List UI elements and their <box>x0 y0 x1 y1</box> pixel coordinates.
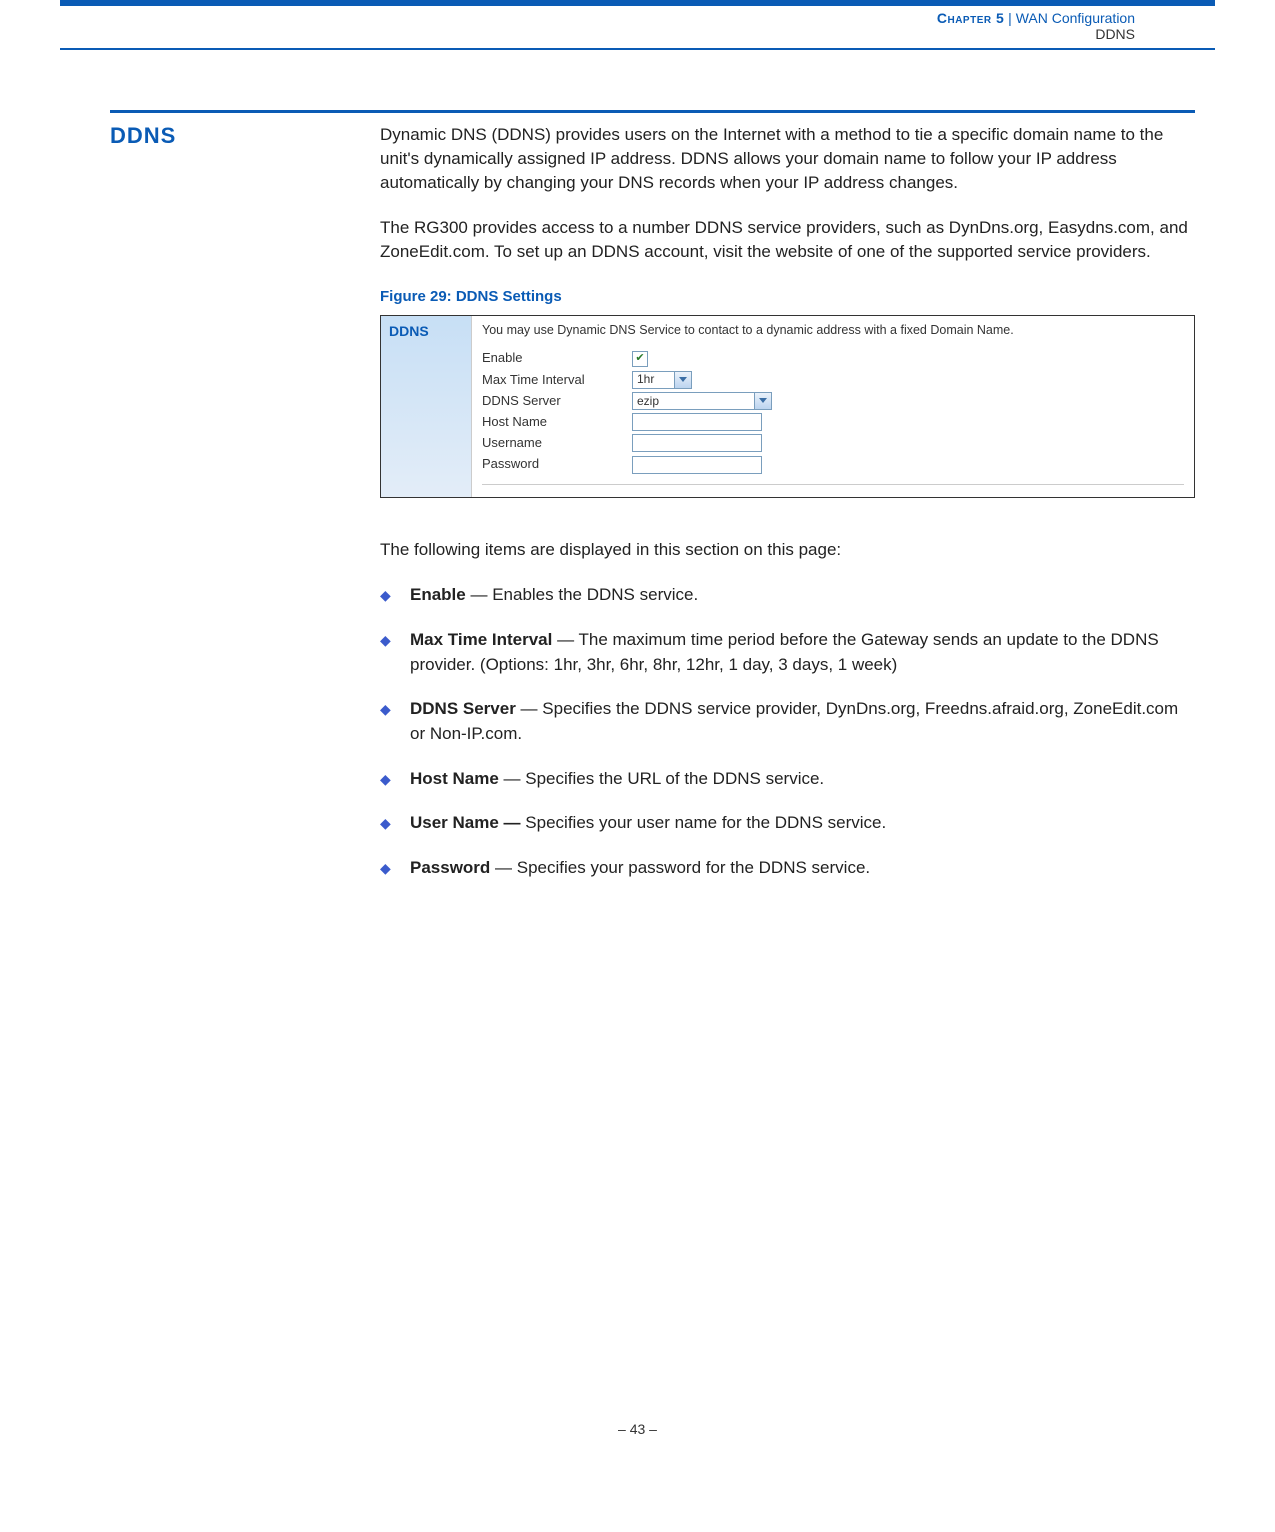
maxtime-label: Max Time Interval <box>482 371 632 389</box>
list-item: Password — Specifies your password for t… <box>380 856 1195 881</box>
hostname-input[interactable] <box>632 413 762 431</box>
chapter-number: Chapter 5 <box>937 10 1004 26</box>
item-dash: — <box>499 769 525 788</box>
item-label: DDNS Server <box>410 699 516 718</box>
figure-row-ddnsserver: DDNS Server ezip <box>482 392 1184 410</box>
item-desc: Specifies your password for the DDNS ser… <box>517 858 870 877</box>
figure-row-username: Username <box>482 434 1184 452</box>
figure-content: You may use Dynamic DNS Service to conta… <box>471 316 1194 497</box>
item-desc: Specifies your user name for the DDNS se… <box>525 813 886 832</box>
ddnsserver-label: DDNS Server <box>482 392 632 410</box>
item-dash: — <box>466 585 492 604</box>
chapter-title: WAN Configuration <box>1016 10 1135 26</box>
ddnsserver-value: ezip <box>637 393 659 410</box>
figure-sidebar: DDNS <box>381 316 471 497</box>
figure-row-password: Password <box>482 455 1184 473</box>
item-label: Enable <box>410 585 466 604</box>
hostname-label: Host Name <box>482 413 632 431</box>
item-label: User Name — <box>410 813 521 832</box>
ddnsserver-select[interactable]: ezip <box>632 392 772 410</box>
item-dash: — <box>516 699 542 718</box>
section-title: DDNS <box>110 123 380 149</box>
enable-checkbox[interactable]: ✔ <box>632 351 648 367</box>
page-header: Chapter 5 | WAN Configuration DDNS <box>60 6 1215 50</box>
paragraph: Dynamic DNS (DDNS) provides users on the… <box>380 123 1195 194</box>
username-label: Username <box>482 434 632 452</box>
figure-divider <box>482 484 1184 485</box>
list-item: DDNS Server — Specifies the DDNS service… <box>380 697 1195 746</box>
username-input[interactable] <box>632 434 762 452</box>
chapter-line: Chapter 5 | WAN Configuration <box>60 10 1135 26</box>
list-item: Max Time Interval — The maximum time per… <box>380 628 1195 677</box>
list-item: Host Name — Specifies the URL of the DDN… <box>380 767 1195 792</box>
section-rule <box>110 110 1195 113</box>
password-label: Password <box>482 455 632 473</box>
item-dash: — <box>490 858 516 877</box>
item-desc: Enables the DDNS service. <box>492 585 698 604</box>
figure-row-maxtime: Max Time Interval 1hr <box>482 371 1184 389</box>
item-list: Enable — Enables the DDNS service. Max T… <box>380 583 1195 880</box>
list-item: Enable — Enables the DDNS service. <box>380 583 1195 608</box>
item-dash: — <box>552 630 578 649</box>
figure-ddns-settings: DDNS You may use Dynamic DNS Service to … <box>380 315 1195 498</box>
item-label: Host Name <box>410 769 499 788</box>
item-desc: Specifies the URL of the DDNS service. <box>525 769 824 788</box>
maxtime-value: 1hr <box>637 371 654 388</box>
chevron-down-icon[interactable] <box>674 372 691 388</box>
list-item: User Name — Specifies your user name for… <box>380 811 1195 836</box>
page-number: – 43 – <box>0 1421 1275 1457</box>
maxtime-select[interactable]: 1hr <box>632 371 692 389</box>
figure-note: You may use Dynamic DNS Service to conta… <box>482 322 1184 340</box>
item-label: Max Time Interval <box>410 630 552 649</box>
items-intro: The following items are displayed in thi… <box>380 538 1195 562</box>
figure-row-enable: Enable ✔ <box>482 349 1184 367</box>
chapter-sub: DDNS <box>60 26 1135 42</box>
paragraph: The RG300 provides access to a number DD… <box>380 216 1195 264</box>
figure-row-hostname: Host Name <box>482 413 1184 431</box>
chevron-down-icon[interactable] <box>754 393 771 409</box>
figure-sidebar-title: DDNS <box>389 322 463 342</box>
figure-caption: Figure 29: DDNS Settings <box>380 286 1195 307</box>
chapter-sep: | <box>1004 10 1015 26</box>
enable-label: Enable <box>482 349 632 367</box>
password-input[interactable] <box>632 456 762 474</box>
item-label: Password <box>410 858 490 877</box>
